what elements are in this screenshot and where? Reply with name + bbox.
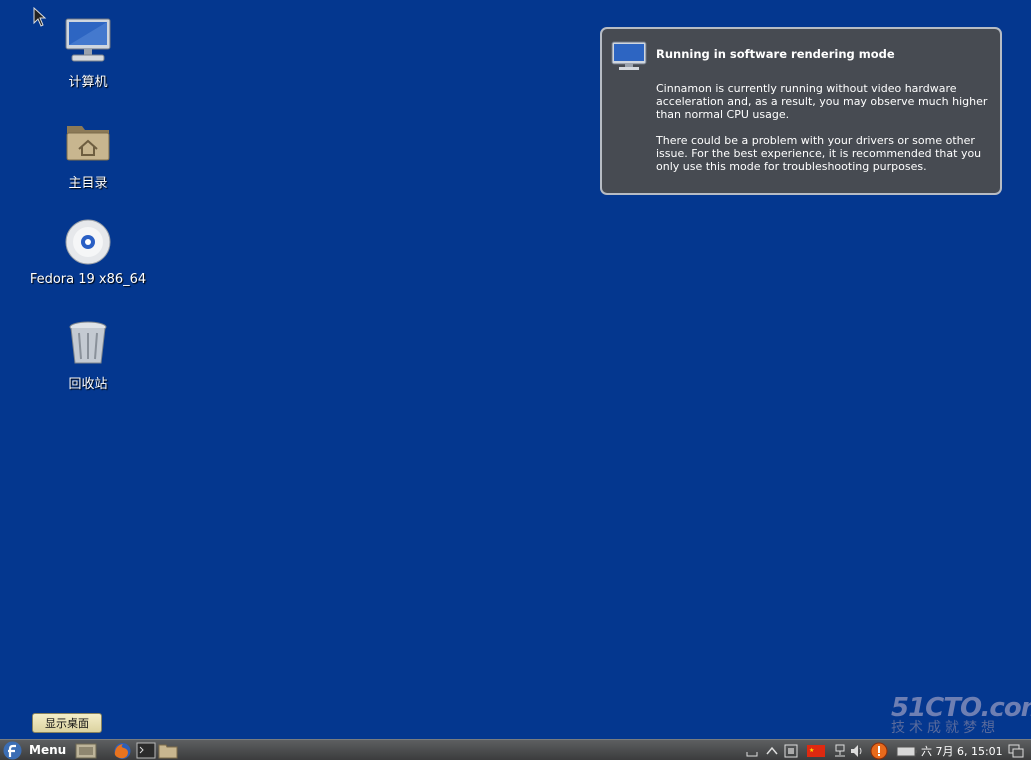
notification-paragraph-2: There could be a problem with your drive… xyxy=(656,134,982,173)
home-folder-icon xyxy=(66,126,110,161)
battery-icon[interactable] xyxy=(896,742,918,759)
terminal-icon[interactable] xyxy=(136,742,156,759)
monitor-icon xyxy=(611,41,647,70)
desktop-icon-label: 计算机 xyxy=(68,75,108,90)
firefox-icon[interactable] xyxy=(113,742,132,760)
volume-icon[interactable] xyxy=(850,742,864,759)
svg-text:★: ★ xyxy=(809,747,814,754)
fedora-logo-icon xyxy=(3,741,22,760)
window-list-icon[interactable] xyxy=(1008,742,1024,759)
menu-button[interactable]: Menu xyxy=(0,740,68,760)
desktop-icon-label: Fedora 19 x86_64 xyxy=(29,272,147,287)
screenshot-icon[interactable] xyxy=(784,742,798,759)
files-icon[interactable] xyxy=(158,742,178,759)
clock[interactable]: 六 7月 6, 15:01 xyxy=(921,743,1003,759)
bottom-panel: Menu ★ 六 7月 6, 15:01 xyxy=(0,739,1031,760)
desktop-icon-fedora-disc[interactable]: Fedora 19 x86_64 xyxy=(23,218,153,287)
notification-popup[interactable]: Running in software rendering mode Cinna… xyxy=(600,27,1002,195)
notification-paragraph-1: Cinnamon is currently running without vi… xyxy=(656,82,988,121)
show-desktop-tooltip: 显示桌面 xyxy=(32,713,102,733)
alert-icon[interactable] xyxy=(869,742,889,760)
desktop-icon-label: 回收站 xyxy=(68,377,108,392)
keyboard-icon[interactable] xyxy=(746,742,758,759)
up-arrow-icon[interactable] xyxy=(766,742,778,759)
desktop-icon-trash[interactable]: 回收站 xyxy=(23,319,153,392)
watermark: 51CTO.com 技术成就梦想 xyxy=(891,693,1031,737)
cd-disc-icon xyxy=(65,219,111,265)
trash-icon xyxy=(69,321,107,364)
desktop-icon-label: 主目录 xyxy=(68,176,108,191)
desktop-icon-home[interactable]: 主目录 xyxy=(23,118,153,191)
network-icon[interactable] xyxy=(833,742,847,759)
notification-title: Running in software rendering mode xyxy=(656,47,895,61)
notification-body: Cinnamon is currently running without vi… xyxy=(656,82,996,186)
desktop-icon-computer[interactable]: 计算机 xyxy=(23,17,153,90)
computer-icon xyxy=(65,18,111,62)
show-desktop-icon[interactable] xyxy=(75,742,97,759)
menu-label: Menu xyxy=(29,743,67,757)
flag-icon[interactable]: ★ xyxy=(807,742,825,759)
